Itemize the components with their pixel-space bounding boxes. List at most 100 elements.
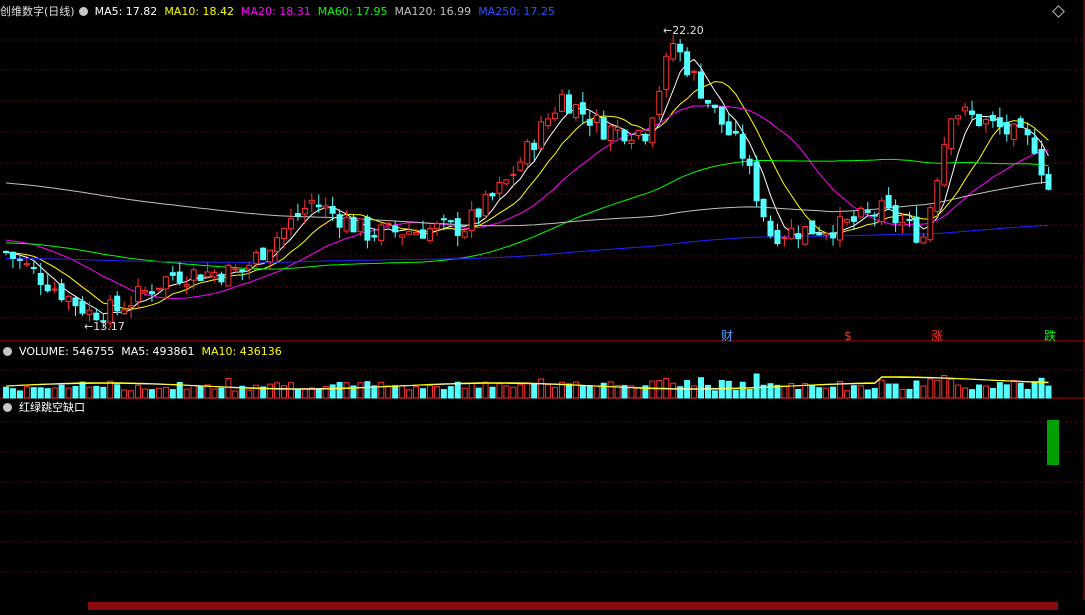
volume-bar (545, 384, 552, 399)
volume-bar (58, 384, 65, 399)
indicator-settings-dot-icon[interactable] (3, 403, 12, 412)
volume-settings-dot-icon[interactable] (3, 347, 12, 356)
volume-bar (600, 382, 607, 399)
candle-body (420, 229, 426, 239)
candle-body (850, 216, 857, 222)
candle-body (871, 214, 878, 217)
candle-body (93, 312, 100, 321)
volume-bar (1038, 377, 1045, 399)
candlestick (183, 276, 190, 294)
volume-bar (962, 387, 969, 399)
volume-bar (989, 387, 996, 399)
volume-bar (23, 386, 30, 399)
volume-bar (114, 384, 121, 399)
candle-body (267, 249, 274, 263)
candlestick (830, 224, 837, 246)
candle-body (663, 55, 670, 90)
chart-title: 创维数字(日线) (0, 5, 75, 18)
volume-bar (93, 385, 100, 399)
candlestick (378, 221, 385, 246)
candle-body (260, 247, 267, 261)
volume-bar (593, 385, 600, 399)
main-header: 创维数字(日线) MA5: 17.82 MA10: 18.42 MA20: 18.31… (0, 4, 562, 20)
volume-bar (1017, 382, 1024, 399)
volume-bar (781, 385, 788, 399)
candle-body (1045, 174, 1052, 190)
candlestick (176, 262, 183, 286)
volume-bar (885, 383, 892, 399)
candle-body (857, 207, 864, 218)
candlestick (663, 52, 670, 98)
candle-body (552, 112, 559, 120)
candlestick (711, 104, 718, 114)
settings-dot-icon[interactable] (78, 7, 88, 16)
candlestick (503, 178, 510, 186)
volume-bar (100, 386, 107, 399)
volume-bar (795, 389, 802, 399)
candle-body (343, 217, 350, 232)
volume-bar (913, 380, 920, 399)
candlestick (3, 250, 9, 256)
volume-bar (809, 384, 816, 399)
volume-bar (294, 389, 301, 399)
candlestick (1003, 114, 1010, 142)
volume-ma10-label: MA10: 436136 (201, 345, 282, 358)
candle-body (795, 233, 802, 240)
candle-body (906, 218, 913, 221)
candle-body (948, 118, 955, 149)
candle-body (691, 70, 698, 74)
event-marker: 财 (721, 329, 733, 343)
candle-body (378, 224, 385, 242)
volume-bar (287, 382, 294, 399)
candle-body (538, 121, 545, 149)
volume-bar (357, 382, 364, 399)
low-price-label: ←13.17 (84, 320, 125, 333)
horizontal-scrollbar[interactable] (88, 602, 1058, 610)
volume-bar (816, 387, 823, 399)
candle-body (399, 234, 406, 238)
candlestick (322, 197, 329, 217)
candlestick (308, 193, 315, 213)
candlestick (969, 100, 976, 121)
ma5-line (5, 58, 1049, 315)
ma120-label: MA120: 16.99 (394, 5, 472, 18)
volume-bar (823, 387, 830, 399)
candle-body (496, 182, 503, 194)
candle-body (142, 290, 148, 293)
candle-body (781, 237, 788, 240)
ma5-label: MA5: 17.82 (94, 5, 158, 18)
candle-body (802, 226, 809, 245)
candle-body (204, 271, 211, 278)
volume-bar (461, 387, 468, 399)
candle-body (169, 272, 176, 276)
candle-body (86, 309, 93, 315)
candle-body (253, 251, 260, 265)
candle-body (864, 210, 871, 213)
candle-body (301, 207, 308, 215)
candle-body (746, 158, 753, 166)
candlestick (955, 114, 962, 126)
candle-body (969, 110, 976, 115)
candle-body (65, 295, 72, 303)
candlestick (9, 251, 16, 269)
volume-bar (892, 383, 899, 399)
candle-body (704, 99, 711, 104)
candlestick (1024, 122, 1031, 145)
candlestick (1010, 123, 1017, 147)
volume-bar (218, 387, 225, 399)
candle-body (593, 114, 600, 123)
candlestick (315, 194, 322, 213)
candlestick (1017, 115, 1024, 128)
candle-body (44, 284, 51, 292)
volume-bar (746, 389, 753, 399)
candlestick (802, 226, 809, 247)
candlestick (65, 294, 72, 311)
candle-body (176, 271, 183, 283)
volume-bar (635, 387, 642, 399)
candlestick (885, 187, 892, 211)
candle-body (878, 200, 885, 223)
candle-body (621, 129, 628, 142)
candle-body (649, 117, 656, 144)
candle-body (892, 205, 899, 224)
volume-bar (871, 387, 878, 399)
